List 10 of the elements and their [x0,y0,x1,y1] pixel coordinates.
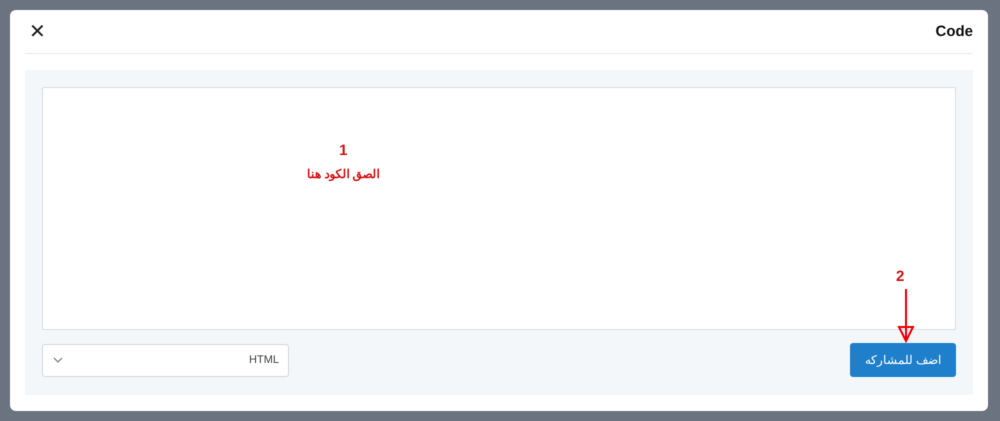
annotation-text: الصق الكود هنا [307,167,380,181]
dialog-title: Code [936,23,973,40]
language-select[interactable]: HTML [42,344,289,376]
code-input-field[interactable] [42,87,956,330]
annotation-number: 1 [339,142,348,159]
annotation-arrow [896,289,916,343]
submit-button[interactable]: اضف للمشاركه [850,343,956,377]
annotation-number: 2 [896,268,904,285]
chevron-down-icon [53,357,63,363]
close-button[interactable]: ✕ [25,22,50,42]
